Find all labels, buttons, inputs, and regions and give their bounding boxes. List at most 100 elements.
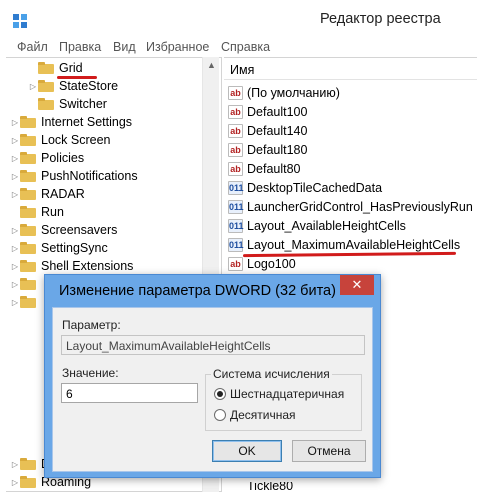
value-row[interactable]: 011 DesktopTileCachedData: [228, 179, 382, 197]
tree-item-label: SettingSync: [41, 241, 108, 255]
tree-item-grid[interactable]: Grid: [28, 59, 83, 77]
tree-item-switcher[interactable]: Switcher: [28, 95, 107, 113]
tree-expander[interactable]: ▷: [10, 226, 20, 235]
string-value-icon: ab: [228, 257, 243, 271]
radio-decimal[interactable]: Десятичная: [214, 408, 296, 422]
tree-item-policies[interactable]: ▷ Policies: [10, 149, 84, 167]
menu-help[interactable]: Справка: [221, 40, 270, 54]
tree-expander[interactable]: ▷: [10, 298, 20, 307]
tree-item-label: Internet Settings: [41, 115, 133, 129]
dialog-body: Параметр: Layout_MaximumAvailableHeightC…: [52, 307, 373, 472]
tree-item-label: StateStore: [59, 79, 119, 93]
tree-expander[interactable]: ▷: [10, 478, 20, 487]
tree-item-radar[interactable]: ▷ RADAR: [10, 185, 85, 203]
tree-item-label: Grid: [59, 61, 83, 75]
value-name: Default180: [247, 143, 308, 157]
parameter-label: Параметр:: [62, 318, 121, 332]
folder-icon: [20, 134, 36, 146]
folder-icon: [20, 278, 36, 290]
menu-favorites[interactable]: Избранное: [146, 40, 209, 54]
base-group-title: Система исчисления: [211, 367, 332, 381]
tree-expander[interactable]: ▷: [10, 136, 20, 145]
tree-expander[interactable]: ▷: [10, 154, 20, 163]
tree-expander[interactable]: ▷: [10, 190, 20, 199]
tree-item-run[interactable]: Run: [10, 203, 64, 221]
tree-expander[interactable]: ▷: [10, 244, 20, 253]
value-label: Значение:: [62, 366, 119, 380]
value-row[interactable]: ab Logo100: [228, 255, 296, 273]
tree-item-pushnotifications[interactable]: ▷ PushNotifications: [10, 167, 138, 185]
tree-item-label: Policies: [41, 151, 85, 165]
tree-item-label: PushNotifications: [41, 169, 138, 183]
menu-edit[interactable]: Правка: [59, 40, 101, 54]
column-header-label: Имя: [230, 63, 255, 77]
value-row[interactable]: ab (По умолчанию): [228, 84, 340, 102]
tree-item-settingsync[interactable]: ▷ SettingSync: [10, 239, 108, 257]
base-groupbox: Система исчисления Шестнадцатеричная Дес…: [205, 367, 362, 431]
dword-value-icon: 011: [228, 219, 244, 233]
tree-item-label: Run: [41, 205, 64, 219]
tree-item-internet-settings[interactable]: ▷ Internet Settings: [10, 113, 132, 131]
dword-value-icon: 011: [228, 200, 244, 214]
tree-item-label: Lock Screen: [41, 133, 111, 147]
value-name: DesktopTileCachedData: [247, 181, 383, 195]
menu-bar: Файл Правка Вид Избранное Справка: [0, 38, 477, 57]
value-name: Default140: [247, 124, 308, 138]
value-row[interactable]: Tickle80: [228, 482, 293, 492]
string-value-icon: ab: [228, 143, 243, 157]
scroll-up-arrow-icon[interactable]: ▲: [207, 60, 216, 70]
folder-icon: [20, 152, 36, 164]
tree-item-label: Switcher: [59, 97, 107, 111]
value-name: Default80: [247, 162, 301, 176]
tree-item-label: Screensavers: [41, 223, 118, 237]
folder-icon: [20, 116, 36, 128]
window-title: Редактор реестра: [320, 11, 441, 27]
radio-hexadecimal[interactable]: Шестнадцатеричная: [214, 387, 344, 401]
folder-icon: [20, 458, 36, 470]
close-icon[interactable]: ✕: [340, 275, 374, 295]
menu-view[interactable]: Вид: [113, 40, 136, 54]
folder-icon: [20, 476, 36, 488]
tree-item-hidden[interactable]: ▷: [10, 275, 41, 293]
folder-icon: [38, 62, 54, 74]
tree-item-label: Shell Extensions: [41, 259, 134, 273]
title-bar: Редактор реестра: [0, 0, 477, 40]
tree-item-lock-screen[interactable]: ▷ Lock Screen: [10, 131, 111, 149]
radio-hex-label: Шестнадцатеричная: [230, 387, 345, 401]
folder-icon: [20, 296, 36, 308]
string-value-icon: ab: [228, 105, 243, 119]
regedit-icon: [13, 14, 27, 28]
tree-expander[interactable]: ▷: [10, 280, 20, 289]
column-header-name[interactable]: Имя: [224, 58, 477, 80]
value-row[interactable]: ab Default140: [228, 122, 307, 140]
folder-icon: [20, 188, 36, 200]
value-row[interactable]: ab Default80: [228, 160, 301, 178]
folder-icon: [20, 260, 36, 272]
value-data-input[interactable]: 6: [61, 383, 198, 403]
tree-expander[interactable]: ▷: [10, 460, 20, 469]
value-name: Logo100: [247, 257, 296, 271]
tree-expander[interactable]: ▷: [10, 118, 20, 127]
cancel-button[interactable]: Отмена: [292, 440, 366, 462]
tree-item-shell-extensions[interactable]: ▷ Shell Extensions: [10, 257, 134, 275]
value-row[interactable]: 011 Layout_AvailableHeightCells: [228, 217, 406, 235]
value-row[interactable]: 011 LauncherGridControl_HasPreviouslyRun: [228, 198, 473, 216]
folder-icon: [20, 170, 36, 182]
folder-icon: [20, 242, 36, 254]
value-name: Layout_MaximumAvailableHeightCells: [247, 238, 461, 252]
tree-item-screensavers[interactable]: ▷ Screensavers: [10, 221, 118, 239]
menu-file[interactable]: Файл: [17, 40, 48, 54]
ok-button[interactable]: OK: [212, 440, 282, 462]
dword-value-icon: 011: [228, 238, 244, 252]
tree-item-hidden[interactable]: ▷: [10, 293, 41, 311]
radio-dec-label: Десятичная: [230, 408, 296, 422]
value-name: (По умолчанию): [247, 86, 340, 100]
folder-icon: [38, 98, 54, 110]
tree-item-statestore[interactable]: ▷ StateStore: [28, 77, 118, 95]
tree-expander[interactable]: ▷: [10, 262, 20, 271]
value-row[interactable]: ab Default180: [228, 141, 307, 159]
tree-expander[interactable]: ▷: [10, 172, 20, 181]
string-value-icon: ab: [228, 124, 243, 138]
tree-expander[interactable]: ▷: [28, 82, 38, 91]
value-row[interactable]: ab Default100: [228, 103, 307, 121]
